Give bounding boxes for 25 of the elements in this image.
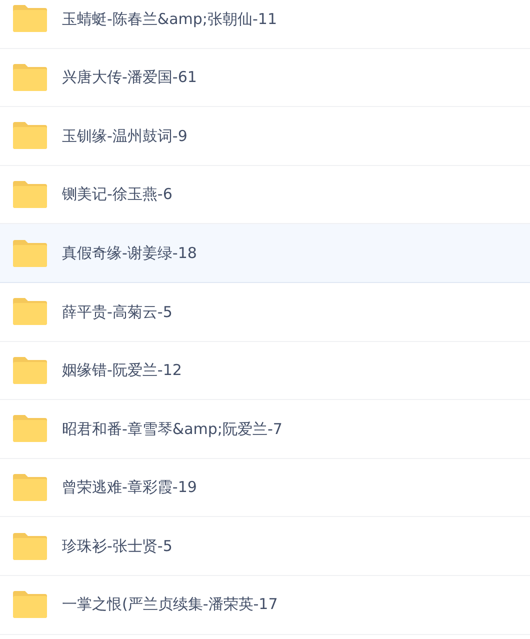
- folder-icon: [13, 181, 47, 208]
- folder-icon: [13, 64, 47, 91]
- folder-name: 兴唐大传-潘爱国-61: [62, 67, 197, 88]
- folder-icon: [13, 532, 47, 560]
- folder-name: 薛平贵-高菊云-5: [62, 302, 172, 323]
- folder-row[interactable]: 真假奇缘-谢姜绿-18: [0, 224, 530, 283]
- folder-icon: [13, 356, 47, 384]
- folder-name: 玉钏缘-温州鼓词-9: [62, 126, 188, 147]
- folder-name: 昭君和番-章雪琴&amp;阮爱兰-7: [62, 418, 282, 440]
- folder-name: 铡美记-徐玉燕-6: [62, 184, 172, 206]
- folder-name: 曾荣逃难-章彩霞-19: [62, 477, 197, 498]
- folder-name: 玉蜻蜓-陈春兰&amp;张朝仙-11: [62, 8, 277, 30]
- folder-name: 一掌之恨(严兰贞续集-潘荣英-17: [62, 594, 278, 616]
- folder-icon: [13, 5, 47, 32]
- folder-icon: [13, 240, 47, 267]
- folder-row[interactable]: 姻缘错-阮爱兰-12: [0, 342, 530, 400]
- folder-name: 姻缘错-阮爱兰-12: [62, 360, 182, 382]
- folder-name: 真假奇缘-谢姜绿-18: [62, 242, 197, 264]
- folder-icon: [13, 415, 47, 442]
- folder-icon: [13, 122, 47, 150]
- folder-icon: [13, 298, 47, 326]
- folder-name: 珍珠衫-张士贤-5: [62, 536, 172, 557]
- folder-icon: [13, 591, 47, 618]
- folder-icon: [13, 474, 47, 502]
- folder-row[interactable]: 兴唐大传-潘爱国-61: [0, 48, 530, 108]
